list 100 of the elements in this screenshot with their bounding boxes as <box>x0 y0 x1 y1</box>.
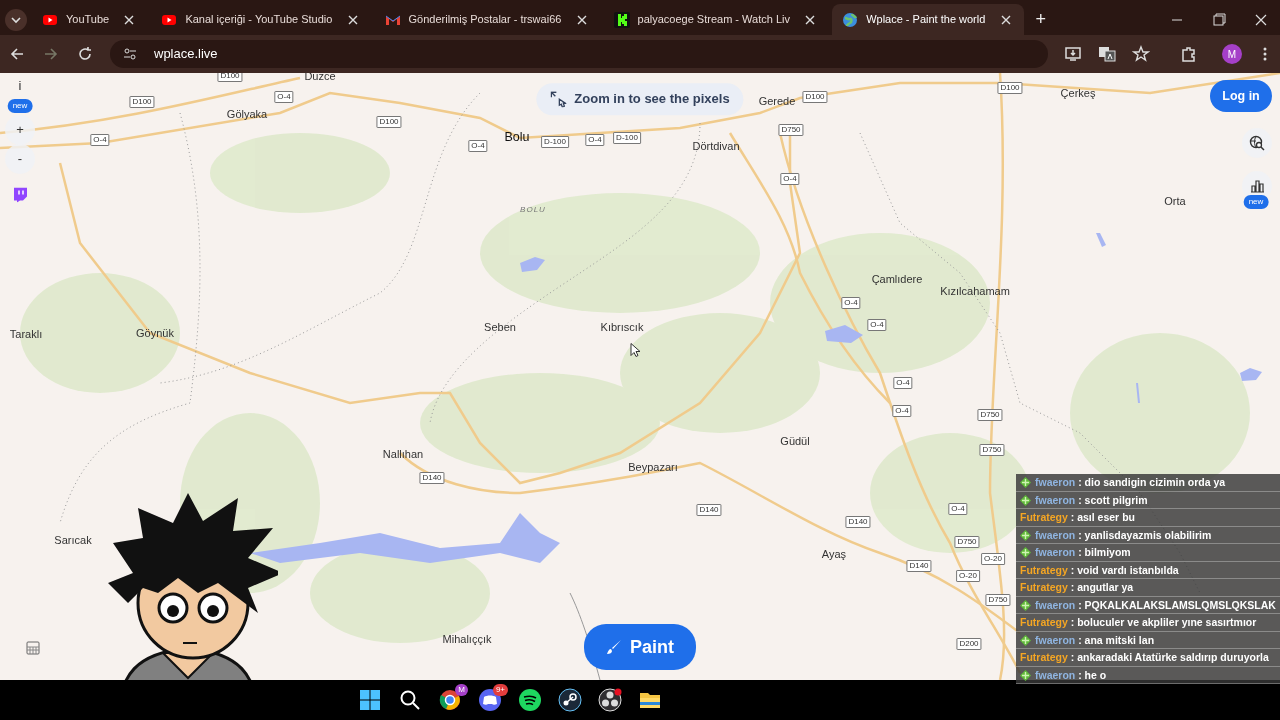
road-number: O-4 <box>274 91 294 103</box>
lake-drawing <box>1240 368 1262 381</box>
chat-message: fwaeron : ana mitski lan <box>1035 632 1155 647</box>
place-label: Çerkeş <box>1060 85 1096 101</box>
place-label: Kızılcahamam <box>940 283 1010 299</box>
place-label: Bolu <box>504 128 530 146</box>
paint-button[interactable]: Paint <box>584 624 696 670</box>
lake-drawing <box>825 325 863 343</box>
chat-message: fwaeron : dio sandigin cizimin orda ya <box>1035 475 1226 490</box>
road-number: O-4 <box>841 297 861 309</box>
reload-icon[interactable] <box>76 45 94 63</box>
place-label: Düzce <box>304 73 336 84</box>
place-label: Beypazarı <box>628 459 678 475</box>
road-number: D-100 <box>613 132 641 144</box>
chat-message: Futrategy : void vardı istanbılda <box>1020 562 1179 577</box>
road-number: O-4 <box>892 405 912 417</box>
pointer-zoom-icon <box>550 91 567 107</box>
road-number: O-4 <box>893 377 913 389</box>
road-number: D750 <box>977 409 1003 421</box>
road-number: D100 <box>217 73 243 82</box>
tab-title: YouTube <box>66 12 111 28</box>
palette-icon[interactable] <box>26 641 40 655</box>
place-label: Sarıcak <box>54 532 92 548</box>
place-label: Güdül <box>780 433 810 449</box>
chat-message: fwaeron : he o <box>1035 667 1107 682</box>
address-bar[interactable]: wplace.live <box>110 40 1048 68</box>
place-label: Nallıhan <box>382 446 424 462</box>
new-tab-button[interactable]: + <box>1027 6 1054 33</box>
browser-tab[interactable]: Wplace - Paint the world <box>832 4 1024 35</box>
road-number: D750 <box>985 594 1011 606</box>
chat-message: Futrategy : ankaradaki Atatürke saldırıp duruyorla <box>1020 650 1269 665</box>
road-number: D100 <box>376 116 402 128</box>
globe-search-icon <box>1249 135 1265 151</box>
place-label: Mihalıççık <box>442 631 492 647</box>
new-badge: new <box>1243 195 1269 209</box>
notification-badge: M <box>455 683 468 696</box>
road-number: D140 <box>696 504 722 516</box>
road-number: D200 <box>956 638 982 650</box>
chat-message: Futrategy : boluculer ve akpliler yıne sasırtmıor <box>1020 615 1257 630</box>
install-icon[interactable] <box>1064 45 1082 63</box>
place-label: Orta <box>1164 193 1186 209</box>
bar-chart-icon <box>1249 179 1265 193</box>
chat-message: fwaeron : bilmiyom <box>1035 545 1131 560</box>
browser-tab[interactable]: Gönderilmiş Postalar - trswai66 <box>374 4 600 35</box>
browser-tab[interactable]: YouTube <box>32 4 148 35</box>
chat-message: Futrategy : angutlar ya <box>1020 580 1134 595</box>
browser-tab[interactable]: Kanal içeriği - YouTube Studio <box>151 4 371 35</box>
road-number: O-4 <box>867 319 887 331</box>
zoom-out-button[interactable]: - <box>5 144 35 174</box>
road-number: D100 <box>802 91 828 103</box>
lake-drawing <box>1136 383 1140 403</box>
translate-icon[interactable] <box>1098 45 1116 63</box>
dropdown-icon[interactable] <box>4 7 28 32</box>
url-text: wplace.live <box>154 45 218 64</box>
extensions-icon[interactable] <box>1180 45 1198 63</box>
road-number: D140 <box>906 560 932 572</box>
browser-tab[interactable]: palyacoege Stream - Watch Liv <box>603 4 829 35</box>
place-label: Gölyaka <box>226 106 268 122</box>
record-icon[interactable] <box>598 688 622 713</box>
tab-title: Gönderilmiş Postalar - trswai66 <box>408 12 563 28</box>
sound-waves-icon[interactable] <box>518 688 542 713</box>
place-label: Gerede <box>758 93 796 109</box>
new-badge: new <box>7 99 33 113</box>
road-number: O-4 <box>948 503 968 515</box>
lake-drawing <box>1096 233 1106 247</box>
road-number: D140 <box>419 472 445 484</box>
map-search-button[interactable] <box>1242 128 1272 158</box>
place-label: Ayaş <box>821 546 847 562</box>
info-button[interactable]: i <box>10 76 30 96</box>
chat-message: fwaeron : scott pilgrim <box>1035 492 1148 507</box>
road-number: O-20 <box>956 570 980 582</box>
road-number: O-4 <box>468 140 488 152</box>
place-label: Dörtdivan <box>692 138 740 154</box>
region-label: BOLU <box>520 204 546 216</box>
road-number: O-20 <box>981 553 1005 565</box>
road-number: O-4 <box>780 173 800 185</box>
road-number: D100 <box>129 96 155 108</box>
road-number: O-4 <box>90 134 110 146</box>
brush-icon <box>606 639 622 655</box>
road-number: D750 <box>778 124 804 136</box>
place-label: Göynük <box>136 325 174 341</box>
cursor-icon <box>630 342 640 358</box>
star-icon[interactable] <box>1132 45 1150 63</box>
chat-message: fwaeron : PQKALKALAKSLAMSLQMSLQKSLAK <box>1035 597 1276 612</box>
profile-avatar[interactable]: M <box>1222 44 1242 64</box>
windows-icon[interactable] <box>358 688 382 713</box>
twitch-icon[interactable] <box>13 187 27 203</box>
steam-icon[interactable] <box>558 688 582 713</box>
place-label: Seben <box>484 319 516 335</box>
chat-message: fwaeron : yanlisdayazmis olabilirim <box>1035 527 1212 542</box>
tab-title: Kanal içeriği - YouTube Studio <box>185 12 334 28</box>
tab-title: Wplace - Paint the world <box>866 12 987 28</box>
road-number: D100 <box>997 82 1023 94</box>
site-settings-icon[interactable] <box>122 46 138 62</box>
road-number: D-100 <box>541 136 569 148</box>
login-button[interactable]: Log in <box>1210 80 1272 112</box>
lake-drawing <box>520 257 545 272</box>
zoom-in-button[interactable]: + <box>5 115 35 145</box>
road-number: D140 <box>845 516 871 528</box>
place-label: Çamlıdere <box>871 271 923 287</box>
